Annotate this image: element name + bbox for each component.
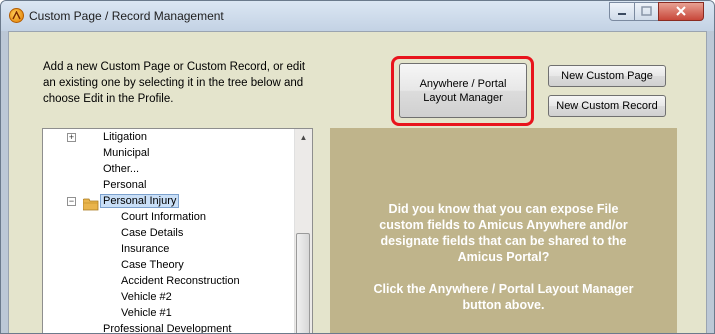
client-area: Add a new Custom Page or Custom Record, … (8, 31, 707, 333)
info-line-6: button above. (462, 298, 545, 312)
tree-scrollbar[interactable]: ▲ (294, 129, 312, 333)
info-panel-text: Did you know that you can expose File cu… (330, 201, 677, 313)
title-bar[interactable]: Custom Page / Record Management (1, 1, 714, 31)
maximize-icon (641, 6, 652, 16)
info-line-5: Click the Anywhere / Portal Layout Manag… (373, 282, 634, 296)
info-panel: Did you know that you can expose File cu… (330, 128, 677, 333)
info-line-2: custom fields to Amicus Anywhere and/or (379, 218, 628, 232)
anywhere-portal-layout-manager-button[interactable]: Anywhere / Portal Layout Manager (399, 63, 527, 118)
tree-item-vehicle-2[interactable]: Vehicle #2 (121, 289, 172, 305)
minimize-icon (618, 13, 626, 15)
info-line-1: Did you know that you can expose File (388, 202, 619, 216)
info-line-3: designate fields that can be shared to t… (380, 234, 627, 248)
close-icon (676, 6, 686, 16)
amicus-app-icon (9, 8, 24, 23)
portal-button-label-line2: Layout Manager (423, 92, 503, 104)
tree-item-personal-injury[interactable]: Personal Injury (100, 194, 180, 208)
close-button[interactable] (658, 2, 704, 21)
folder-icon (83, 198, 99, 211)
tree-item-court-information[interactable]: Court Information (121, 209, 206, 225)
tree-item-insurance[interactable]: Insurance (121, 241, 169, 257)
scroll-up-icon[interactable]: ▲ (295, 129, 312, 146)
tree-item-accident-reconstruction[interactable]: Accident Reconstruction (121, 273, 240, 289)
intro-text: Add a new Custom Page or Custom Record, … (43, 61, 306, 105)
portal-button-label-line1: Anywhere / Portal (419, 78, 507, 90)
new-custom-record-button[interactable]: New Custom Record (548, 95, 666, 117)
tree-item-litigation[interactable]: Litigation (103, 129, 147, 145)
expand-litigation-icon[interactable]: + (67, 133, 76, 142)
app-window: Custom Page / Record Management Add a ne… (0, 0, 715, 334)
tree-item-professional-development[interactable]: Professional Development (103, 321, 231, 333)
new-custom-page-button[interactable]: New Custom Page (548, 65, 666, 87)
tree-item-vehicle-1[interactable]: Vehicle #1 (121, 305, 172, 321)
tree-item-case-details[interactable]: Case Details (121, 225, 183, 241)
tree-item-other[interactable]: Other... (103, 161, 139, 177)
info-line-4: Amicus Portal? (457, 250, 550, 264)
tree-item-municipal[interactable]: Municipal (103, 145, 149, 161)
tree-item-personal[interactable]: Personal (103, 177, 146, 193)
window-title: Custom Page / Record Management (29, 9, 224, 23)
minimize-button[interactable] (609, 2, 635, 21)
maximize-button[interactable] (634, 2, 659, 21)
scrollbar-thumb[interactable] (296, 233, 310, 333)
tree-item-case-theory[interactable]: Case Theory (121, 257, 184, 273)
custom-page-tree[interactable]: + Litigation Municipal Other... Personal… (42, 128, 313, 333)
collapse-personal-injury-icon[interactable]: − (67, 197, 76, 206)
